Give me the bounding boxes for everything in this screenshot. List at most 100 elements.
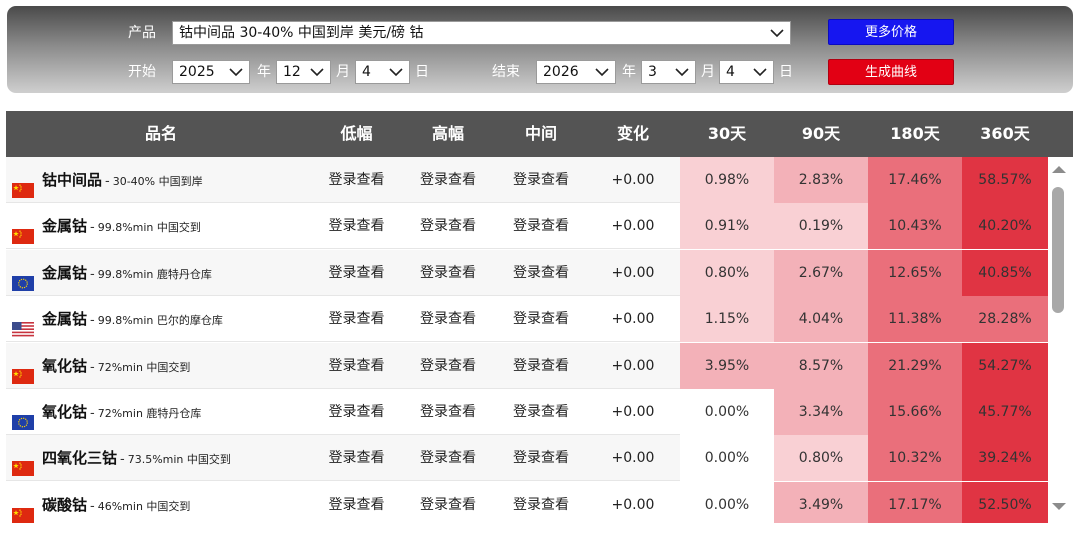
vertical-scrollbar[interactable] — [1047, 157, 1067, 519]
end-month-select[interactable]: 3 — [641, 60, 696, 84]
change-value: +0.00 — [611, 404, 655, 420]
product-name-cell[interactable]: 氧化钴 -72%min 中国交到 — [6, 343, 316, 389]
product-name-cell[interactable]: 钴中间品 -30-40% 中国到岸 — [6, 157, 316, 203]
product-spec: 46%min 中国交到 — [97, 499, 191, 513]
high-value[interactable]: 登录查看 — [403, 482, 493, 523]
col-header-name[interactable]: 品名 — [6, 111, 316, 157]
low-value[interactable]: 登录查看 — [316, 157, 397, 203]
product-name[interactable]: 金属钴 -99.8%min 巴尔的摩仓库 — [42, 296, 223, 342]
high-value[interactable]: 登录查看 — [403, 250, 493, 296]
low-value[interactable]: 登录查看 — [316, 203, 397, 249]
change-value: +0.00 — [611, 172, 655, 188]
product-name-cell[interactable]: 氧化钴 -72%min 鹿特丹仓库 — [6, 389, 316, 435]
start-month-select[interactable]: 12 — [276, 60, 331, 84]
low-value[interactable]: 登录查看 — [316, 250, 397, 296]
product-title: 金属钴 — [42, 310, 88, 329]
chevron-down-icon — [310, 68, 324, 77]
high-value[interactable]: 登录查看 — [403, 296, 493, 342]
low-value[interactable]: 登录查看 — [316, 296, 397, 342]
end-day-select[interactable]: 4 — [719, 60, 774, 84]
table-row[interactable]: 碳酸钴 -46%min 中国交到 登录查看 登录查看 登录查看 +0.00 0.00% 3.4… — [6, 481, 1048, 523]
mid-value[interactable]: 登录查看 — [496, 343, 586, 389]
product-name[interactable]: 金属钴 -99.8%min 中国交到 — [42, 203, 201, 249]
chevron-down-icon — [753, 68, 767, 77]
table-row[interactable]: 氧化钴 -72%min 中国交到 登录查看 登录查看 登录查看 +0.00 3.95% 8.5… — [6, 342, 1048, 389]
high-value[interactable]: 登录查看 — [403, 435, 493, 481]
mid-value[interactable]: 登录查看 — [496, 203, 586, 249]
product-separator: - — [120, 452, 125, 468]
col-header-mid[interactable]: 中间 — [496, 111, 586, 157]
product-separator: - — [90, 498, 95, 514]
product-separator: - — [90, 313, 95, 329]
start-day-select[interactable]: 4 — [355, 60, 410, 84]
col-header-90d[interactable]: 90天 — [774, 111, 868, 157]
product-name[interactable]: 氧化钴 -72%min 中国交到 — [42, 343, 190, 389]
pct-180d: 17.46% — [868, 157, 962, 203]
col-header-change[interactable]: 变化 — [586, 111, 680, 157]
end-year-select[interactable]: 2026 — [536, 60, 616, 84]
china-flag-icon — [12, 357, 34, 384]
pct-90d: 0.19% — [774, 203, 868, 250]
low-value[interactable]: 登录查看 — [316, 389, 397, 435]
product-name[interactable]: 金属钴 -99.8%min 鹿特丹仓库 — [42, 250, 212, 296]
scrollbar-thumb[interactable] — [1052, 187, 1064, 313]
col-header-30d[interactable]: 30天 — [680, 111, 774, 157]
end-month-value: 3 — [648, 64, 657, 80]
start-month-unit: 月 — [336, 64, 350, 80]
high-value[interactable]: 登录查看 — [403, 389, 493, 435]
pct-360d: 40.85% — [962, 249, 1048, 296]
scroll-up-arrow-icon[interactable] — [1052, 166, 1066, 173]
mid-value[interactable]: 登录查看 — [496, 482, 586, 523]
product-name-cell[interactable]: 四氧化三钴 -73.5%min 中国交到 — [6, 435, 316, 481]
low-value[interactable]: 登录查看 — [316, 343, 397, 389]
more-prices-button[interactable]: 更多价格 — [828, 19, 954, 45]
product-spec: 99.8%min 中国交到 — [97, 221, 201, 235]
table-row[interactable]: 金属钴 -99.8%min 巴尔的摩仓库 登录查看 登录查看 登录查看 +0.00 1.15… — [6, 296, 1048, 343]
table-row[interactable]: 钴中间品 -30-40% 中国到岸 登录查看 登录查看 登录查看 +0.00 0.98% 2.… — [6, 157, 1048, 203]
col-header-low[interactable]: 低幅 — [316, 111, 397, 157]
mid-value[interactable]: 登录查看 — [496, 435, 586, 481]
pct-360d: 52.50% — [962, 481, 1048, 523]
pct-180d: 10.43% — [868, 203, 962, 250]
high-value[interactable]: 登录查看 — [403, 157, 493, 203]
product-name[interactable]: 碳酸钴 -46%min 中国交到 — [42, 482, 190, 523]
product-name[interactable]: 四氧化三钴 -73.5%min 中国交到 — [42, 435, 231, 481]
chevron-down-icon — [595, 68, 609, 77]
col-header-high[interactable]: 高幅 — [403, 111, 493, 157]
product-name[interactable]: 钴中间品 -30-40% 中国到岸 — [42, 157, 203, 203]
product-name-cell[interactable]: 金属钴 -99.8%min 巴尔的摩仓库 — [6, 296, 316, 342]
low-value[interactable]: 登录查看 — [316, 482, 397, 523]
mid-value[interactable]: 登录查看 — [496, 296, 586, 342]
product-name-cell[interactable]: 金属钴 -99.8%min 鹿特丹仓库 — [6, 250, 316, 296]
product-name[interactable]: 氧化钴 -72%min 鹿特丹仓库 — [42, 389, 201, 435]
table-row[interactable]: 氧化钴 -72%min 鹿特丹仓库 登录查看 登录查看 登录查看 +0.00 0.00% 3.… — [6, 389, 1048, 435]
product-spec: 73.5%min 中国交到 — [127, 453, 231, 467]
product-name-cell[interactable]: 金属钴 -99.8%min 中国交到 — [6, 203, 316, 249]
mid-value[interactable]: 登录查看 — [496, 250, 586, 296]
start-year-value: 2025 — [179, 64, 215, 80]
table-row[interactable]: 四氧化三钴 -73.5%min 中国交到 登录查看 登录查看 登录查看 +0.00 0.00… — [6, 435, 1048, 482]
product-name-cell[interactable]: 碳酸钴 -46%min 中国交到 — [6, 482, 316, 523]
product-spec: 30-40% 中国到岸 — [112, 175, 203, 188]
high-value[interactable]: 登录查看 — [403, 343, 493, 389]
pct-30d: 0.00% — [680, 435, 774, 482]
end-day-value: 4 — [726, 64, 735, 80]
low-value[interactable]: 登录查看 — [316, 435, 397, 481]
pct-360d: 28.28% — [962, 296, 1048, 343]
pct-90d: 2.67% — [774, 249, 868, 296]
start-year-select[interactable]: 2025 — [172, 60, 250, 84]
generate-curve-button[interactable]: 生成曲线 — [828, 59, 954, 85]
table-row[interactable]: 金属钴 -99.8%min 鹿特丹仓库 登录查看 登录查看 登录查看 +0.00 0.80%… — [6, 249, 1048, 296]
mid-value[interactable]: 登录查看 — [496, 389, 586, 435]
chevron-down-icon — [389, 68, 403, 77]
product-title: 碳酸钴 — [42, 495, 88, 514]
product-title: 钴中间品 — [42, 171, 103, 189]
col-header-360d[interactable]: 360天 — [962, 111, 1048, 157]
mid-value[interactable]: 登录查看 — [496, 157, 586, 203]
scroll-down-arrow-icon[interactable] — [1052, 503, 1066, 510]
high-value[interactable]: 登录查看 — [403, 203, 493, 249]
col-header-180d[interactable]: 180天 — [868, 111, 962, 157]
product-select[interactable]: 钴中间品 30-40% 中国到岸 美元/磅 钴 — [172, 21, 791, 45]
table-row[interactable]: 金属钴 -99.8%min 中国交到 登录查看 登录查看 登录查看 +0.00 0.91% 0… — [6, 203, 1048, 250]
pct-30d: 1.15% — [680, 296, 774, 343]
